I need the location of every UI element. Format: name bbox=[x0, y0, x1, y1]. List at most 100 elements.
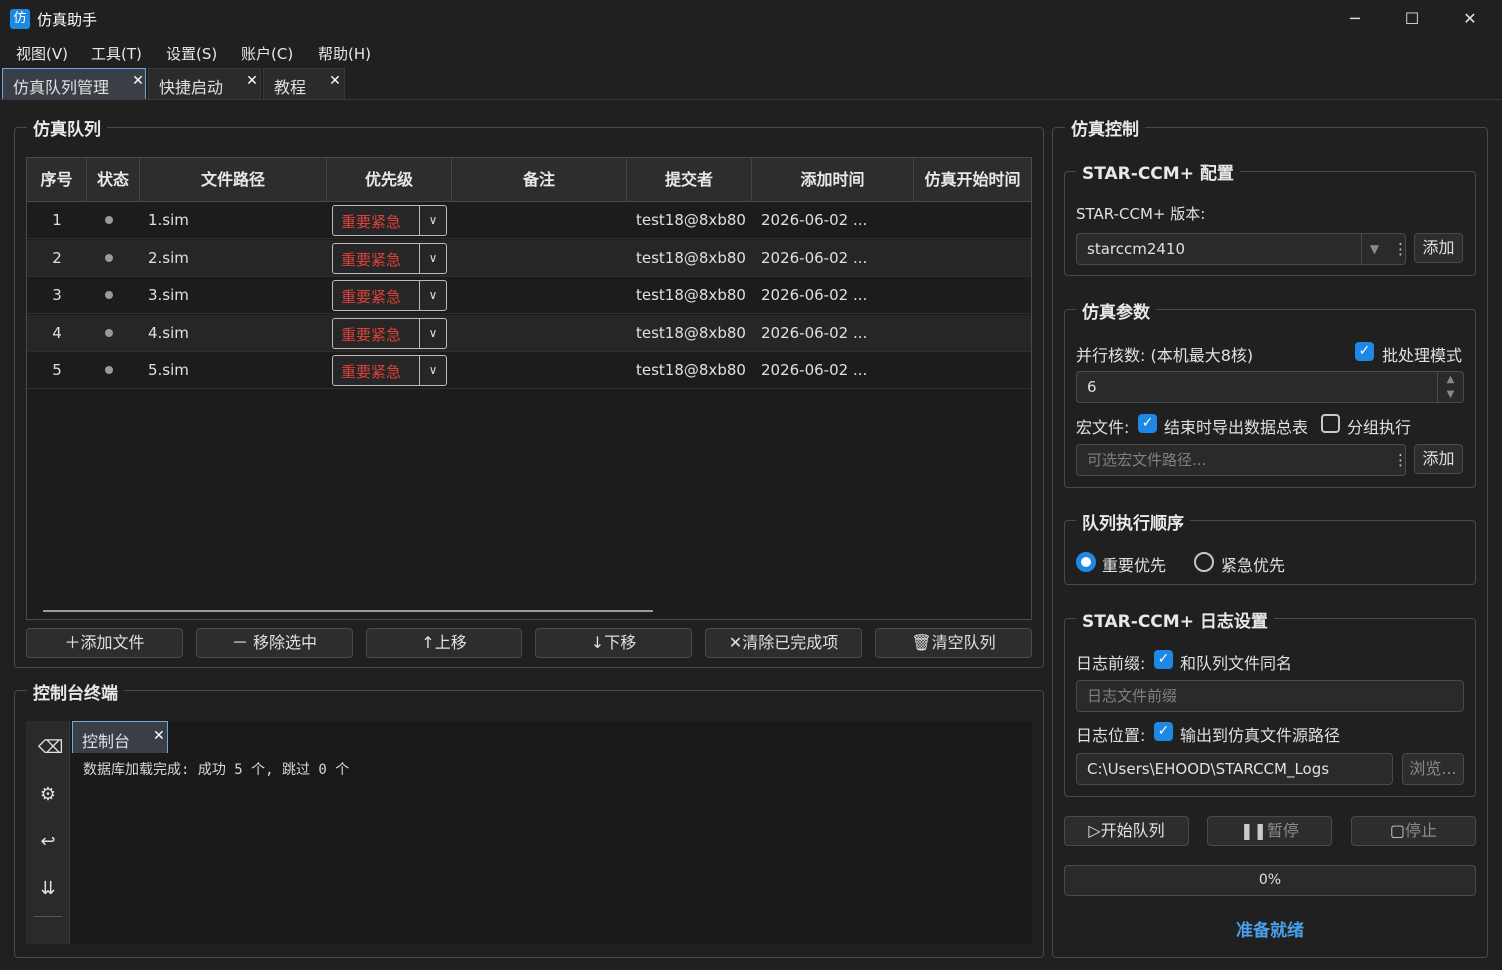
arrow-up-icon: ↑ bbox=[421, 633, 435, 652]
important-first-radio[interactable] bbox=[1076, 552, 1096, 572]
close-tab-icon[interactable]: ✕ bbox=[131, 74, 145, 88]
scroll-to-bottom-icon[interactable]: ⇊ bbox=[38, 879, 58, 899]
table-row[interactable]: 1 1.sim test18@8xb80 2026-06-02 ... 重要紧急 ∨ bbox=[27, 202, 1031, 239]
chevron-down-icon[interactable]: ∨ bbox=[419, 281, 446, 310]
table-row[interactable]: 4 4.sim test18@8xb80 2026-06-02 ... 重要紧急 ∨ bbox=[27, 314, 1031, 352]
priority-value: 重要紧急 bbox=[341, 250, 402, 269]
clear-console-icon[interactable]: ⌫ bbox=[38, 738, 63, 758]
column-header[interactable]: 优先级 bbox=[327, 158, 452, 202]
tab-label: 仿真队列管理 bbox=[13, 78, 110, 97]
pause-button[interactable]: ❚❚暂停 bbox=[1207, 816, 1332, 846]
export-data-checkbox[interactable]: ✓ bbox=[1138, 414, 1157, 433]
priority-select[interactable]: 重要紧急 ∨ bbox=[332, 317, 447, 349]
table-cell-added: 2026-06-02 ... bbox=[761, 211, 868, 229]
start-queue-button[interactable]: ▷开始队列 bbox=[1064, 816, 1189, 846]
chevron-down-icon[interactable]: ∨ bbox=[419, 206, 446, 235]
move-up-button[interactable]: ↑上移 bbox=[366, 628, 522, 658]
priority-select[interactable]: 重要紧急 ∨ bbox=[332, 242, 447, 274]
table-cell-index: 4 bbox=[52, 323, 62, 342]
spin-up-icon[interactable]: ▲ bbox=[1437, 372, 1463, 387]
clear-queue-button[interactable]: 🗑清空队列 bbox=[875, 628, 1032, 658]
table-row[interactable]: 5 5.sim test18@8xb80 2026-06-02 ... 重要紧急 ∨ bbox=[27, 352, 1031, 389]
priority-select[interactable]: 重要紧急 ∨ bbox=[332, 205, 447, 236]
status-dot-icon bbox=[105, 291, 113, 299]
priority-select[interactable]: 重要紧急 ∨ bbox=[332, 280, 447, 311]
stop-button[interactable]: ▢停止 bbox=[1351, 816, 1476, 846]
move-down-button[interactable]: ↓下移 bbox=[535, 628, 692, 658]
more-options-icon[interactable]: ⋮ bbox=[1393, 445, 1408, 475]
macro-path-input[interactable]: 可选宏文件路径... ⋮ bbox=[1076, 444, 1408, 476]
table-cell-index: 2 bbox=[52, 248, 62, 267]
add-file-button[interactable]: ＋添加文件 bbox=[26, 628, 183, 658]
version-select[interactable]: starccm2410 ▼ ⋮ bbox=[1076, 233, 1408, 265]
urgent-first-radio[interactable] bbox=[1194, 552, 1214, 572]
group-exec-label: 分组执行 bbox=[1347, 418, 1412, 437]
browse-button[interactable]: 浏览... bbox=[1402, 753, 1464, 785]
console-group-title: 控制台终端 bbox=[27, 679, 124, 704]
to-source-checkbox[interactable]: ✓ bbox=[1154, 722, 1173, 741]
cores-spinbox[interactable]: 6 ▲ ▼ bbox=[1076, 371, 1464, 403]
menu-bar: 视图(V) 工具(T) 设置(S) 账户(C) 帮助(H) bbox=[0, 38, 1502, 68]
column-header[interactable]: 序号 bbox=[27, 158, 87, 202]
horizontal-scrollbar[interactable] bbox=[43, 610, 653, 612]
title-bar: 仿 仿真助手 ─ ☐ ✕ bbox=[0, 0, 1502, 38]
chevron-down-icon[interactable]: ∨ bbox=[419, 243, 446, 273]
chevron-down-icon[interactable]: ∨ bbox=[419, 318, 446, 348]
table-row[interactable]: 3 3.sim test18@8xb80 2026-06-02 ... 重要紧急 ∨ bbox=[27, 277, 1031, 314]
tab-tutorial[interactable]: 教程 ✕ bbox=[263, 68, 345, 99]
minimize-button[interactable]: ─ bbox=[1332, 4, 1378, 34]
console-sidebar: ⌫ ⚙ ↩ ⇊ bbox=[26, 721, 70, 944]
stop-icon: ▢ bbox=[1389, 821, 1406, 840]
status-label: 准备就绪 bbox=[1236, 921, 1304, 941]
console-area: ⌫ ⚙ ↩ ⇊ 控制台 ✕ 数据库加载完成: 成功 5 个, 跳过 0 个 bbox=[26, 721, 1032, 944]
more-options-icon[interactable]: ⋮ bbox=[1393, 234, 1408, 264]
menu-help[interactable]: 帮助(H) bbox=[318, 43, 371, 64]
queue-table[interactable]: 序号 状态 文件路径 优先级 备注 提交者 添加时间 仿真开始时间 1 1.sim… bbox=[26, 157, 1032, 620]
spin-down-icon[interactable]: ▼ bbox=[1437, 387, 1463, 402]
status-dot-icon bbox=[105, 366, 113, 374]
log-prefix-input[interactable]: 日志文件前缀 bbox=[1076, 680, 1464, 712]
group-exec-checkbox[interactable] bbox=[1321, 414, 1340, 433]
add-macro-button[interactable]: 添加 bbox=[1414, 444, 1463, 474]
menu-settings[interactable]: 设置(S) bbox=[166, 43, 217, 64]
log-path-input[interactable]: C:\Users\EHOOD\STARCCM_Logs bbox=[1076, 753, 1393, 785]
queue-group-title: 仿真队列 bbox=[27, 115, 107, 140]
column-header[interactable]: 文件路径 bbox=[140, 158, 327, 202]
menu-tools[interactable]: 工具(T) bbox=[91, 43, 142, 64]
cores-label: 并行核数: (本机最大8核) bbox=[1076, 346, 1254, 365]
maximize-button[interactable]: ☐ bbox=[1389, 4, 1435, 34]
same-name-checkbox[interactable]: ✓ bbox=[1154, 650, 1173, 669]
wrap-text-icon[interactable]: ↩ bbox=[38, 832, 58, 852]
batch-mode-checkbox[interactable]: ✓ bbox=[1355, 342, 1374, 361]
close-tab-icon[interactable]: ✕ bbox=[245, 74, 259, 88]
column-header[interactable]: 状态 bbox=[87, 158, 140, 202]
remove-selected-label: 移除选中 bbox=[253, 633, 318, 652]
column-header[interactable]: 备注 bbox=[452, 158, 627, 202]
menu-view[interactable]: 视图(V) bbox=[16, 43, 68, 64]
close-tab-icon[interactable]: ✕ bbox=[153, 728, 165, 744]
close-tab-icon[interactable]: ✕ bbox=[328, 74, 342, 88]
cores-value: 6 bbox=[1087, 378, 1097, 396]
tab-quick-launch[interactable]: 快捷启动 ✕ bbox=[148, 68, 261, 99]
important-first-label: 重要优先 bbox=[1102, 556, 1167, 575]
chevron-down-icon[interactable]: ▼ bbox=[1361, 234, 1387, 264]
column-header[interactable]: 提交者 bbox=[627, 158, 752, 202]
gear-icon[interactable]: ⚙ bbox=[38, 785, 58, 805]
pause-icon: ❚❚ bbox=[1240, 821, 1267, 840]
chevron-down-icon[interactable]: ∨ bbox=[419, 356, 446, 385]
minus-icon: － bbox=[231, 633, 254, 652]
column-header[interactable]: 添加时间 bbox=[752, 158, 914, 202]
console-tab[interactable]: 控制台 ✕ bbox=[72, 721, 168, 753]
tab-queue-management[interactable]: 仿真队列管理 ✕ bbox=[2, 68, 146, 99]
table-row[interactable]: 2 2.sim test18@8xb80 2026-06-02 ... 重要紧急 ∨ bbox=[27, 239, 1031, 277]
column-header[interactable]: 仿真开始时间 bbox=[914, 158, 1031, 202]
remove-selected-button[interactable]: － 移除选中 bbox=[196, 628, 353, 658]
console-output: 数据库加载完成: 成功 5 个, 跳过 0 个 bbox=[83, 762, 350, 778]
clear-completed-button[interactable]: ✕清除已完成项 bbox=[705, 628, 862, 658]
close-button[interactable]: ✕ bbox=[1447, 4, 1493, 34]
menu-account[interactable]: 账户(C) bbox=[241, 43, 293, 64]
priority-select[interactable]: 重要紧急 ∨ bbox=[332, 355, 447, 386]
status-dot-icon bbox=[105, 328, 113, 337]
add-version-button[interactable]: 添加 bbox=[1414, 233, 1463, 263]
to-source-label: 输出到仿真文件源路径 bbox=[1180, 726, 1341, 745]
